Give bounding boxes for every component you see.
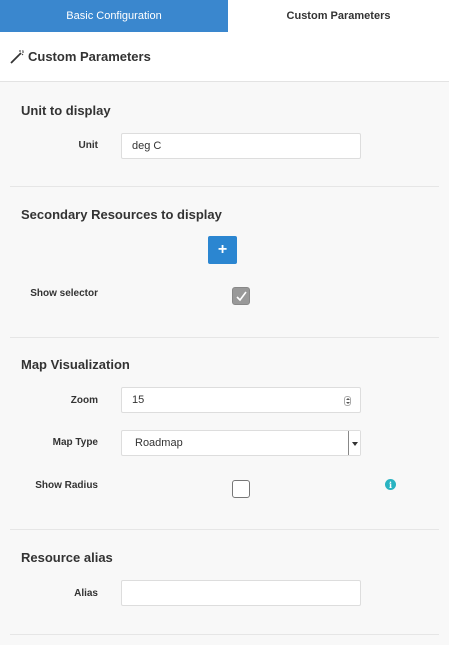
unit-label: Unit <box>78 140 98 151</box>
alias-input[interactable] <box>121 580 361 606</box>
unit-input[interactable]: deg C <box>121 133 361 159</box>
divider <box>10 634 439 635</box>
map-type-value: Roadmap <box>135 437 183 449</box>
tab-custom-parameters[interactable]: Custom Parameters <box>228 0 449 32</box>
alias-section-title: Resource alias <box>21 550 113 565</box>
map-type-select[interactable]: Roadmap <box>121 430 361 456</box>
tab-basic-configuration[interactable]: Basic Configuration <box>0 0 228 32</box>
chevron-down-icon <box>348 431 360 455</box>
show-selector-label: Show selector <box>30 288 98 299</box>
tab-bar: Basic Configuration Custom Parameters <box>0 0 449 32</box>
show-radius-checkbox[interactable] <box>232 480 250 498</box>
panel-header: Custom Parameters <box>0 32 449 82</box>
checkmark-icon <box>236 291 247 302</box>
map-section-title: Map Visualization <box>21 357 130 372</box>
map-type-label: Map Type <box>52 437 98 448</box>
divider <box>10 186 439 187</box>
divider <box>10 529 439 530</box>
zoom-input[interactable]: 15 <box>121 387 361 413</box>
magic-wand-icon <box>10 49 24 64</box>
alias-label: Alias <box>74 588 98 599</box>
show-radius-label: Show Radius <box>35 480 98 491</box>
unit-section-title: Unit to display <box>21 103 111 118</box>
zoom-value: 15 <box>132 394 145 406</box>
add-resource-button[interactable]: + <box>208 236 237 264</box>
show-selector-checkbox[interactable] <box>232 287 250 305</box>
divider <box>10 337 439 338</box>
panel-title: Custom Parameters <box>28 49 151 64</box>
info-icon[interactable]: i <box>385 479 396 490</box>
zoom-label: Zoom <box>70 395 98 406</box>
secondary-section-title: Secondary Resources to display <box>21 207 222 222</box>
spinner-icon[interactable] <box>344 396 351 406</box>
